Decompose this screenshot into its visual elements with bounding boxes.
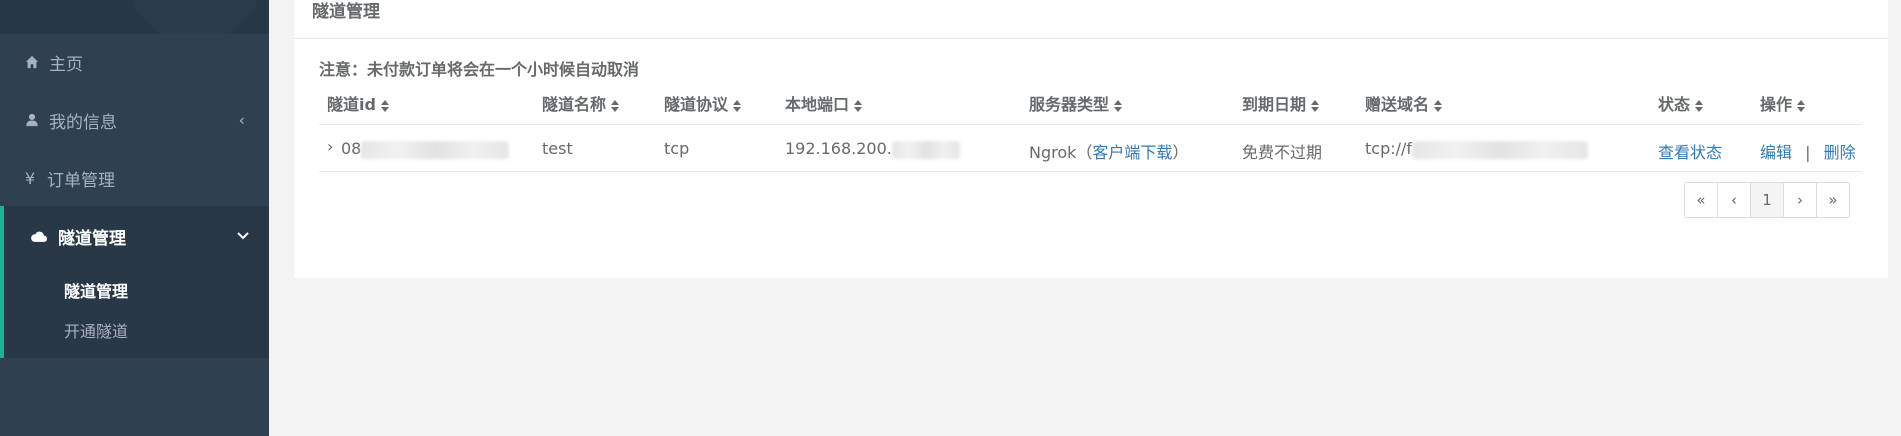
redacted-value (891, 140, 960, 159)
notice-text: 注意：未付款订单将会在一个小时候自动取消 (319, 60, 640, 79)
cell-actions: 编辑 | 删除 (1760, 139, 1856, 163)
sort-icon (1434, 99, 1443, 112)
view-status-link[interactable]: 查看状态 (1658, 139, 1722, 163)
user-icon (25, 113, 39, 127)
yen-icon: ¥ (25, 168, 36, 188)
sort-icon (380, 99, 389, 112)
main-panel: 隧道管理 注意：未付款订单将会在一个小时候自动取消 隧道id 隧道名称 隧道协议… (294, 0, 1888, 278)
cell-server-type: Ngrok（客户端下载） (1029, 143, 1189, 162)
cell-id: 08 (341, 139, 510, 159)
redacted-value (361, 140, 510, 159)
sort-icon (1797, 99, 1806, 112)
sort-icon (1114, 99, 1123, 112)
sidebar-item-label: 主页 (49, 54, 83, 75)
cell-protocol: tcp (664, 139, 690, 158)
expand-row-icon[interactable]: › (327, 137, 333, 156)
sidebar-subitem-tunnel-management[interactable]: 隧道管理 (64, 278, 128, 302)
sort-icon (611, 99, 620, 112)
page-1-button[interactable]: 1 (1751, 183, 1784, 217)
home-icon (25, 55, 39, 69)
sort-icon (733, 99, 742, 112)
column-header-server-type[interactable]: 服务器类型 (1029, 91, 1123, 115)
sidebar-item-orders[interactable]: ¥ 订单管理 (0, 149, 269, 207)
cloud-icon (30, 230, 48, 243)
pagination: « ‹ 1 › » (1684, 182, 1850, 218)
sort-icon (1695, 99, 1704, 112)
page-title: 隧道管理 (312, 2, 380, 22)
sidebar: 主页 我的信息 ‹ ¥ 订单管理 隧道管理 隧道管理 开通隧道 (0, 0, 269, 436)
sidebar-header (0, 0, 269, 34)
redacted-value (1412, 140, 1589, 159)
table-header: 隧道id 隧道名称 隧道协议 本地端口 服务器类型 到期日期 赠送域名 状态 操… (319, 84, 1862, 125)
chevron-down-icon (237, 228, 249, 244)
column-header-status[interactable]: 状态 (1658, 91, 1704, 115)
column-header-actions[interactable]: 操作 (1760, 91, 1806, 115)
chevron-left-icon: ‹ (238, 110, 245, 130)
next-page-button[interactable]: › (1784, 183, 1817, 217)
client-download-link[interactable]: 客户端下载 (1092, 143, 1172, 162)
first-page-button[interactable]: « (1685, 183, 1718, 217)
column-header-protocol[interactable]: 隧道协议 (664, 91, 742, 115)
scrollbar[interactable] (1891, 0, 1901, 436)
sidebar-item-tunnels: 隧道管理 隧道管理 开通隧道 (0, 206, 269, 358)
sidebar-item-label: 订单管理 (47, 170, 115, 191)
edit-link[interactable]: 编辑 (1760, 143, 1792, 162)
tunnel-table: 隧道id 隧道名称 隧道协议 本地端口 服务器类型 到期日期 赠送域名 状态 操… (319, 84, 1862, 172)
panel-header: 隧道管理 (294, 0, 1888, 39)
last-page-button[interactable]: » (1817, 183, 1849, 217)
sort-icon (854, 99, 863, 112)
column-header-local-port[interactable]: 本地端口 (785, 91, 863, 115)
column-header-expiry[interactable]: 到期日期 (1242, 91, 1320, 115)
sidebar-item-label: 隧道管理 (58, 228, 126, 249)
column-header-domain[interactable]: 赠送域名 (1365, 91, 1443, 115)
sidebar-item-tunnels-toggle[interactable]: 隧道管理 (4, 206, 269, 266)
column-header-id[interactable]: 隧道id (327, 91, 389, 115)
column-header-name[interactable]: 隧道名称 (542, 91, 620, 115)
sidebar-item-my-info[interactable]: 我的信息 ‹ (0, 91, 269, 149)
sort-icon (1311, 99, 1320, 112)
cell-domain: tcp://f (1365, 139, 1589, 159)
sidebar-subitem-open-tunnel[interactable]: 开通隧道 (64, 318, 128, 342)
delete-link[interactable]: 删除 (1824, 143, 1856, 162)
cell-expiry: 免费不过期 (1242, 143, 1323, 162)
sidebar-item-home[interactable]: 主页 (0, 33, 269, 91)
action-separator: | (1805, 143, 1811, 162)
cell-local-port: 192.168.200. (785, 139, 960, 159)
prev-page-button[interactable]: ‹ (1718, 183, 1751, 217)
cell-name: test (542, 139, 573, 158)
sidebar-item-label: 我的信息 (49, 112, 117, 133)
table-row: › 08 test tcp 192.168.200. Ngrok（客户端下载） … (319, 125, 1862, 172)
